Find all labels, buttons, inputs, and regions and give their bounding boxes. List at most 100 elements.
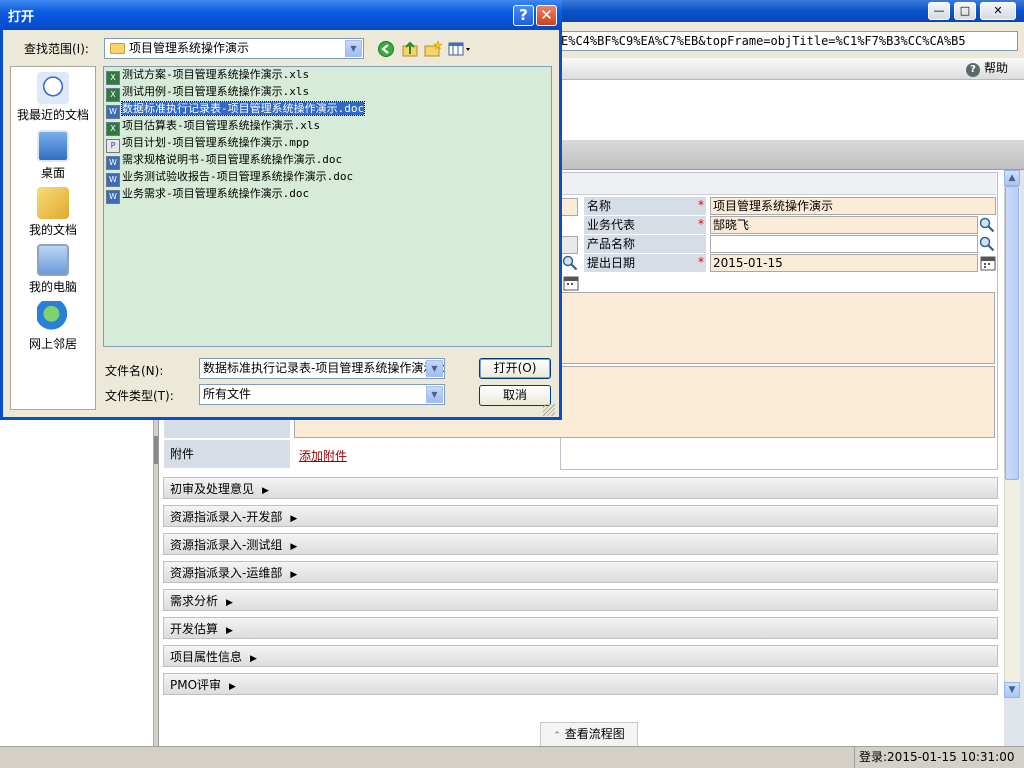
- filetype-select[interactable]: 所有文件 ▼: [199, 384, 445, 405]
- view-menu-icon[interactable]: [448, 40, 472, 58]
- place-my-documents[interactable]: 我的文档: [10, 187, 96, 238]
- search-icon[interactable]: [562, 255, 578, 271]
- file-name: 项目估算表-项目管理系统操作演示.xls: [122, 119, 321, 132]
- add-attachment-link[interactable]: 添加附件: [299, 447, 347, 464]
- search-icon[interactable]: [979, 236, 995, 252]
- dialog-close-button[interactable]: ✕: [536, 5, 557, 26]
- section-dev-estimate[interactable]: 开发估算 ▶: [163, 617, 998, 639]
- up-folder-icon[interactable]: [401, 40, 419, 58]
- scrollbar-thumb[interactable]: [1005, 186, 1019, 480]
- name-field[interactable]: 项目管理系统操作演示: [710, 197, 996, 215]
- section-pmo-review[interactable]: PMO评审 ▶: [163, 673, 998, 695]
- dialog-titlebar[interactable]: [0, 0, 562, 30]
- page-header: [560, 80, 1024, 140]
- filename-value: 数据标准执行记录表-项目管理系统操作演示.doc: [203, 361, 445, 375]
- filetype-label: 文件类型(T):: [105, 389, 174, 403]
- project-file-icon: P: [106, 139, 120, 153]
- network-places-icon: [37, 301, 69, 333]
- file-item[interactable]: X 项目估算表-项目管理系统操作演示.xls: [106, 118, 321, 136]
- required-marker: *: [698, 255, 704, 269]
- search-icon[interactable]: [979, 217, 995, 233]
- place-label: 我的文档: [28, 223, 77, 237]
- place-my-computer[interactable]: 我的电脑: [10, 244, 96, 295]
- place-label: 网上邻居: [28, 337, 77, 351]
- place-label: 桌面: [40, 166, 65, 180]
- filename-label: 文件名(N):: [105, 364, 164, 378]
- field-label-date: 提出日期: [584, 254, 706, 272]
- resize-grip-icon[interactable]: [543, 404, 555, 416]
- file-item[interactable]: P 项目计划-项目管理系统操作演示.mpp: [106, 135, 310, 153]
- file-item[interactable]: X 测试用例-项目管理系统操作演示.xls: [106, 84, 309, 102]
- calendar-icon[interactable]: [563, 275, 579, 291]
- section-requirement-analysis[interactable]: 需求分析 ▶: [163, 589, 998, 611]
- collapse-up-icon: ⌃: [553, 731, 561, 741]
- field-label-remarks: [164, 418, 290, 438]
- my-documents-icon: [37, 187, 69, 219]
- sub-toolbar: [560, 140, 1024, 170]
- section-resource-test[interactable]: 资源指派录入-测试组 ▶: [163, 533, 998, 555]
- new-folder-icon[interactable]: [424, 40, 442, 58]
- word-file-icon: W: [106, 105, 120, 119]
- submit-date-field[interactable]: 2015-01-15: [710, 254, 978, 272]
- section-initial-review[interactable]: 初审及处理意见 ▶: [163, 477, 998, 499]
- lookin-label: 查找范围(I):: [24, 42, 89, 56]
- help-button[interactable]: ? 帮助: [966, 59, 1008, 77]
- login-status-text: 登录:2015-01-15 10:31:00: [854, 746, 1015, 768]
- view-flowchart-button[interactable]: ⌃ 查看流程图: [540, 722, 638, 746]
- dialog-title: 打开: [8, 10, 35, 25]
- expand-arrow-icon: ▶: [229, 682, 236, 692]
- place-network[interactable]: 网上邻居: [10, 301, 96, 352]
- url-field[interactable]: E%C4%BF%C9%EA%C7%EB&topFrame=objTitle=%C…: [560, 31, 1018, 51]
- place-label: 我的电脑: [28, 280, 77, 294]
- field-label-product: 产品名称: [584, 235, 706, 253]
- filename-input[interactable]: 数据标准执行记录表-项目管理系统操作演示.doc ▼: [199, 358, 445, 379]
- view-flowchart-label: 查看流程图: [564, 727, 625, 741]
- maximize-button[interactable]: □: [954, 2, 976, 20]
- chevron-down-icon[interactable]: ▼: [426, 360, 443, 377]
- pane-splitter[interactable]: [154, 418, 158, 746]
- back-icon[interactable]: [377, 40, 395, 58]
- file-item[interactable]: W 业务需求-项目管理系统操作演示.doc: [106, 186, 310, 204]
- place-recent-documents[interactable]: 我最近的文档: [10, 72, 96, 123]
- minimize-button[interactable]: —: [928, 2, 950, 20]
- description-textarea[interactable]: [560, 292, 995, 364]
- close-window-button[interactable]: ✕: [980, 2, 1016, 20]
- file-item-selected[interactable]: W 数据标准执行记录表-项目管理系统操作演示.doc: [106, 101, 366, 119]
- form-header: [560, 173, 996, 195]
- scroll-up-button[interactable]: ▲: [1004, 170, 1020, 186]
- expand-arrow-icon: ▶: [290, 542, 298, 552]
- product-name-field[interactable]: [710, 235, 978, 253]
- file-name: 项目计划-项目管理系统操作演示.mpp: [122, 136, 310, 149]
- business-rep-field[interactable]: 郜晓飞: [710, 216, 978, 234]
- excel-file-icon: X: [106, 71, 120, 85]
- section-project-attributes[interactable]: 项目属性信息 ▶: [163, 645, 998, 667]
- file-name: 业务需求-项目管理系统操作演示.doc: [122, 187, 310, 200]
- section-resource-ops[interactable]: 资源指派录入-运维部 ▶: [163, 561, 998, 583]
- app-toolbar: [560, 58, 1024, 80]
- attachment-label: 附件: [164, 440, 290, 468]
- word-file-icon: W: [106, 190, 120, 204]
- chevron-down-icon[interactable]: ▼: [426, 386, 443, 403]
- place-desktop[interactable]: 桌面: [10, 130, 96, 181]
- dialog-help-button[interactable]: ?: [513, 5, 534, 26]
- lookin-dropdown[interactable]: 项目管理系统操作演示 ▼: [104, 38, 364, 59]
- hidden-field-stub[interactable]: [560, 198, 578, 216]
- chevron-down-icon[interactable]: ▼: [345, 40, 362, 57]
- open-button[interactable]: 打开(O): [479, 358, 551, 379]
- filetype-value: 所有文件: [203, 387, 252, 401]
- excel-file-icon: X: [106, 88, 120, 102]
- file-item[interactable]: W 需求规格说明书-项目管理系统操作演示.doc: [106, 152, 342, 170]
- file-item[interactable]: X 测试方案-项目管理系统操作演示.xls: [106, 67, 309, 85]
- expand-arrow-icon: ▶: [226, 626, 233, 636]
- file-item[interactable]: W 业务测试验收报告-项目管理系统操作演示.doc: [106, 169, 354, 187]
- my-computer-icon: [37, 244, 69, 276]
- hidden-field-stub[interactable]: [560, 236, 578, 254]
- splitter-handle[interactable]: [154, 436, 158, 464]
- file-name: 数据标准执行记录表-项目管理系统操作演示.doc: [120, 101, 366, 116]
- file-name: 业务测试验收报告-项目管理系统操作演示.doc: [122, 170, 354, 183]
- calendar-icon[interactable]: [980, 255, 996, 271]
- section-resource-dev[interactable]: 资源指派录入-开发部 ▶: [163, 505, 998, 527]
- scroll-down-button[interactable]: ▼: [1004, 682, 1020, 698]
- desktop-icon: [37, 130, 69, 162]
- cancel-button[interactable]: 取消: [479, 385, 551, 406]
